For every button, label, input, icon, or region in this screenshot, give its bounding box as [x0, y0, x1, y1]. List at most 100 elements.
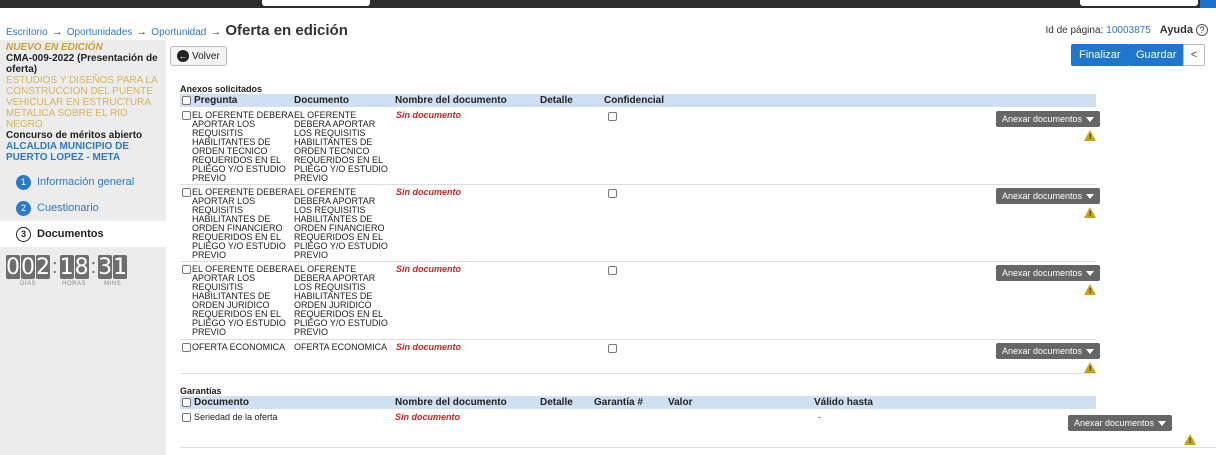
- step-number-circle: 1: [16, 174, 31, 190]
- anexo-documento: EL OFERENTE DEBERA APORTAR LOS REQUISITI…: [294, 187, 388, 260]
- breadcrumb-arrow-icon: →: [136, 26, 148, 38]
- step-cuestionario[interactable]: 2 Cuestionario: [0, 195, 166, 221]
- confidencial-checkbox[interactable]: [608, 112, 617, 122]
- caret-down-icon: [1086, 193, 1095, 199]
- process-description: ESTUDIOS Y DISEÑOS PARA LA CONSTRUCCION …: [6, 75, 158, 130]
- anexo-row: EL OFERENTE DEBERA APORTAR LOS REQUISITI…: [180, 262, 1101, 340]
- garantia-nombre: Sin documento: [395, 412, 460, 422]
- garantia-row: Seriedad de la oferta Sin documento - An…: [180, 410, 1216, 448]
- warning-icon: !: [1084, 362, 1096, 373]
- confidencial-checkbox[interactable]: [608, 344, 617, 354]
- col-detalle: Detalle: [540, 397, 573, 408]
- anexos-select-all-checkbox[interactable]: [182, 95, 191, 106]
- warning-icon: !: [1084, 130, 1096, 141]
- confidencial-checkbox[interactable]: [608, 266, 617, 276]
- help-link[interactable]: Ayuda: [1160, 24, 1193, 36]
- warning-icon: !: [1084, 284, 1096, 295]
- browser-top-strip: [0, 0, 1216, 8]
- anexo-nombre: Sin documento: [396, 187, 461, 197]
- anexar-label: Anexar documentos: [1002, 267, 1083, 278]
- breadcrumb-arrow-icon: →: [51, 26, 63, 38]
- anexar-documentos-button[interactable]: Anexar documentos: [996, 265, 1101, 281]
- anexo-row: OFERTA ECONOMICA OFERTA ECONOMICA Sin docu…: [180, 340, 1101, 374]
- breadcrumb-escritorio[interactable]: Escritorio: [6, 27, 48, 38]
- garantias-header: Documento Nombre del documento Detalle G…: [180, 396, 1096, 409]
- process-type: Concurso de méritos abierto: [6, 130, 143, 141]
- timer-digit: 0: [6, 254, 20, 280]
- timer-mins: 31 MINS: [98, 254, 128, 287]
- anexar-label: Anexar documentos: [1002, 190, 1083, 201]
- step-informacion-general[interactable]: 1 Información general: [0, 169, 166, 195]
- row-checkbox[interactable]: [182, 188, 191, 198]
- process-info: NUEVO EN EDICIÓN CMA-009-2022 (Presentac…: [0, 40, 166, 165]
- timer-days: 002 DÍAS: [6, 255, 50, 287]
- process-entity[interactable]: ALCALDIA MUNICIPIO DE PUERTO LOPEZ - MET…: [6, 141, 160, 163]
- col-garantia-numero: Garantía #: [594, 397, 643, 408]
- breadcrumb-arrow-icon: →: [210, 26, 222, 38]
- anexar-documentos-button[interactable]: Anexar documentos: [1068, 415, 1173, 431]
- volver-button[interactable]: ← Volver: [170, 46, 227, 66]
- timer-hours: 18 HORAS: [59, 254, 89, 287]
- anexo-documento: EL OFERENTE DEBERA APORTAR LOS REQUISITI…: [294, 264, 388, 337]
- anexo-row: EL OFERENTE DEBERA APORTAR LOS REQUISITI…: [180, 108, 1101, 185]
- warning-icon: !: [1184, 434, 1196, 445]
- breadcrumb-oportunidades[interactable]: Oportunidades: [67, 27, 133, 38]
- col-confidencial: Confidencial: [604, 95, 665, 106]
- anexo-pregunta: OFERTA ECONOMICA: [192, 342, 286, 352]
- breadcrumb-oportunidad[interactable]: Oportunidad: [151, 27, 206, 38]
- col-detalle: Detalle: [540, 95, 573, 106]
- anexar-documentos-button[interactable]: Anexar documentos: [996, 111, 1101, 127]
- col-documento: Documento: [194, 397, 249, 408]
- timer-digit: 8: [74, 254, 89, 280]
- timer-digit: 0: [21, 254, 35, 280]
- steps-nav: 1 Información general 2 Cuestionario 3 D…: [0, 169, 166, 247]
- row-checkbox[interactable]: [182, 265, 191, 275]
- anexar-label: Anexar documentos: [1074, 417, 1155, 428]
- caret-down-icon: [1086, 116, 1095, 122]
- guardar-button[interactable]: Guardar: [1128, 44, 1185, 66]
- anexo-documento: OFERTA ECONOMICA: [294, 342, 388, 352]
- row-checkbox[interactable]: [182, 343, 191, 353]
- col-nombre-documento: Nombre del documento: [395, 397, 507, 408]
- row-checkbox[interactable]: [182, 413, 191, 423]
- timer-digit: 2: [36, 254, 50, 280]
- warning-icon: !: [1084, 207, 1096, 218]
- col-valor: Valor: [668, 397, 693, 408]
- step-number-circle: 3: [16, 226, 31, 242]
- help-icon[interactable]: ?: [1196, 24, 1208, 36]
- timer-days-label: DÍAS: [19, 281, 36, 287]
- caret-down-icon: [1086, 270, 1095, 276]
- anexo-row: EL OFERENTE DEBERA APORTAR LOS REQUISITI…: [180, 185, 1101, 262]
- anexo-nombre: Sin documento: [396, 342, 461, 352]
- col-pregunta: Pregunta: [194, 95, 238, 106]
- garantia-valido: -: [818, 412, 821, 422]
- garantias-select-all-checkbox[interactable]: [182, 397, 191, 408]
- page-title: Oferta en edición: [225, 22, 348, 39]
- top-search: [1080, 0, 1198, 6]
- anexo-pregunta: EL OFERENTE DEBERA APORTAR LOS REQUISITI…: [192, 187, 294, 260]
- col-nombre-documento: Nombre del documento: [395, 95, 507, 106]
- step-documentos[interactable]: 3 Documentos: [0, 221, 166, 247]
- collapse-button[interactable]: <: [1183, 44, 1205, 66]
- caret-down-icon: [1086, 348, 1095, 354]
- process-status: NUEVO EN EDICIÓN: [6, 42, 103, 53]
- top-tab: [262, 0, 370, 6]
- process-code: CMA-009-2022 (Presentación de oferta): [6, 53, 158, 75]
- countdown-timer: 002 DÍAS : 18 HORAS : 31 MINS: [6, 254, 128, 287]
- anexar-documentos-button[interactable]: Anexar documentos: [996, 343, 1101, 359]
- row-checkbox[interactable]: [182, 111, 191, 121]
- finalizar-button[interactable]: Finalizar: [1071, 44, 1129, 66]
- back-arrow-icon: ←: [177, 50, 189, 62]
- page-id-value[interactable]: 10003875: [1106, 25, 1151, 36]
- timer-digit: 1: [113, 254, 128, 280]
- step-label: Información general: [37, 176, 135, 188]
- anexar-documentos-button[interactable]: Anexar documentos: [996, 188, 1101, 204]
- col-documento: Documento: [294, 95, 349, 106]
- confidencial-checkbox[interactable]: [608, 189, 617, 199]
- anexo-documento: EL OFERENTE DEBERA APORTAR LOS REQUISITI…: [294, 110, 388, 183]
- page-id-label: Id de página:: [1045, 24, 1104, 36]
- anexar-label: Anexar documentos: [1002, 113, 1083, 124]
- step-label: Cuestionario: [37, 202, 99, 214]
- volver-label: Volver: [192, 50, 220, 62]
- anexo-nombre: Sin documento: [396, 264, 461, 274]
